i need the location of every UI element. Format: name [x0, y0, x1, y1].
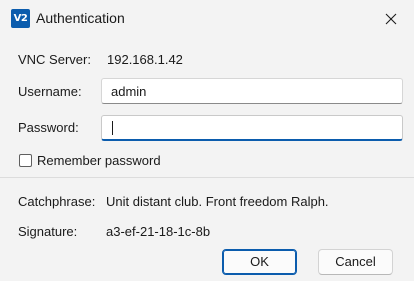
- signature-label: Signature:: [18, 224, 78, 239]
- vnc-server-label: VNC Server:: [18, 52, 91, 67]
- ok-button[interactable]: OK: [222, 249, 297, 275]
- password-label: Password:: [18, 120, 79, 135]
- divider: [0, 177, 414, 178]
- cancel-button[interactable]: Cancel: [318, 249, 393, 275]
- text-caret: [112, 121, 113, 135]
- remember-password-label[interactable]: Remember password: [37, 153, 161, 168]
- username-label: Username:: [18, 84, 82, 99]
- title-bar: V2 Authentication: [0, 0, 414, 38]
- catchphrase-label: Catchphrase:: [18, 194, 96, 209]
- vnc-app-icon: V2: [11, 9, 30, 28]
- signature-value: a3-ef-21-18-1c-8b: [106, 224, 211, 239]
- username-field[interactable]: [101, 78, 403, 104]
- vnc-server-value: 192.168.1.42: [107, 52, 183, 67]
- authentication-dialog: V2 Authentication VNC Server: 192.168.1.…: [0, 0, 414, 281]
- window-title: Authentication: [36, 10, 125, 26]
- catchphrase-value: Unit distant club. Front freedom Ralph.: [106, 194, 329, 209]
- remember-password-checkbox[interactable]: [19, 154, 32, 167]
- close-button[interactable]: [378, 6, 404, 32]
- password-field[interactable]: [101, 115, 403, 141]
- close-icon: [385, 13, 397, 25]
